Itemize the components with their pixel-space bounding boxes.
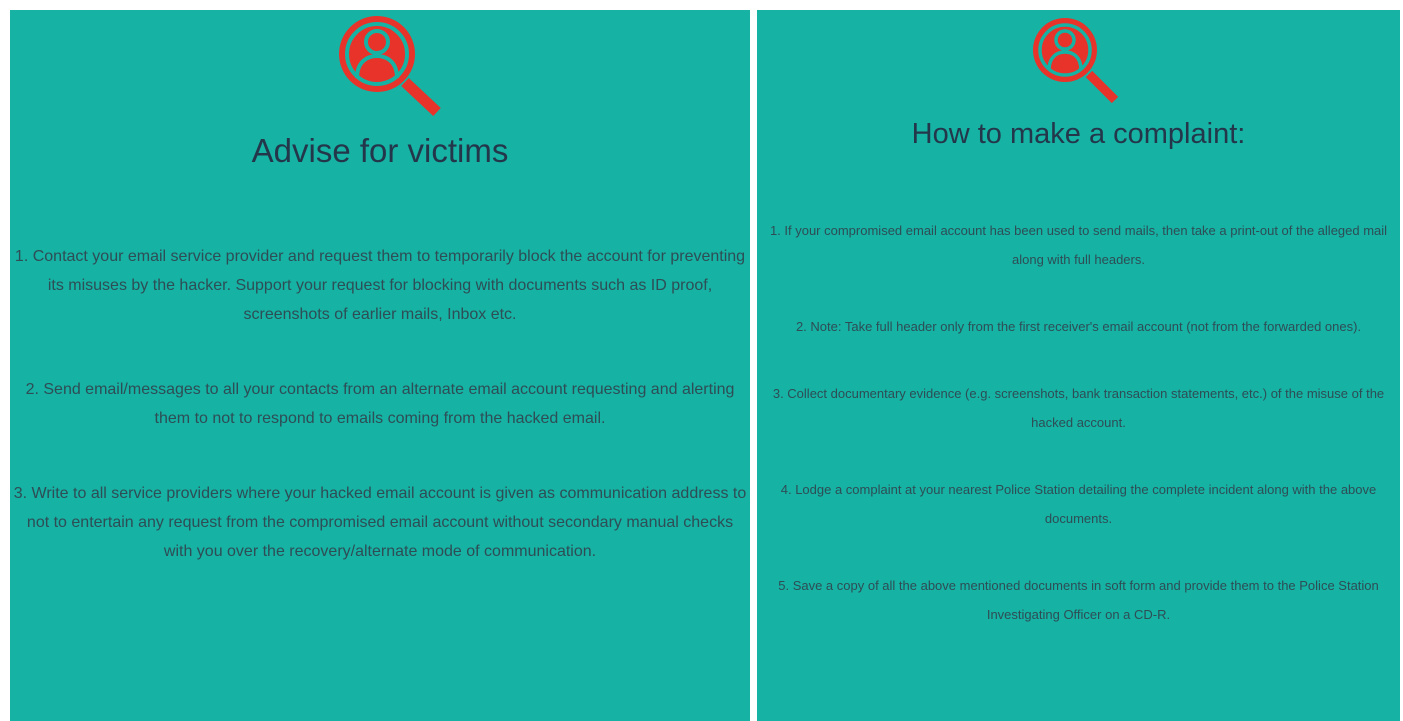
complaint-item-1: 1. If your compromised email account has… xyxy=(769,223,1388,267)
complaint-list: 1. If your compromised email account has… xyxy=(757,216,1400,667)
complaint-item-3: 3. Collect documentary evidence (e.g. sc… xyxy=(772,386,1385,430)
complaint-item-5: 5. Save a copy of all the above mentione… xyxy=(778,578,1379,622)
complaint-item-2: 2. Note: Take full header only from the … xyxy=(795,319,1362,334)
advise-item-1: 1. Contact your email service provider a… xyxy=(14,248,746,323)
complaint-item-4: 4. Lodge a complaint at your nearest Pol… xyxy=(780,482,1377,526)
advise-panel: Advise for victims 1. Contact your email… xyxy=(10,10,750,721)
magnifier-user-icon xyxy=(1023,10,1143,120)
complaint-title: How to make a complaint: xyxy=(911,118,1246,150)
advise-list: 1. Contact your email service provider a… xyxy=(10,242,750,612)
advise-item-2: 2. Send email/messages to all your conta… xyxy=(25,381,735,427)
advise-title: Advise for victims xyxy=(251,132,509,169)
advise-item-3: 3. Write to all service providers where … xyxy=(13,485,747,560)
complaint-panel: How to make a complaint: 1. If your comp… xyxy=(757,10,1400,721)
page: Advise for victims 1. Contact your email… xyxy=(0,0,1403,721)
magnifier-user-icon xyxy=(327,10,447,116)
